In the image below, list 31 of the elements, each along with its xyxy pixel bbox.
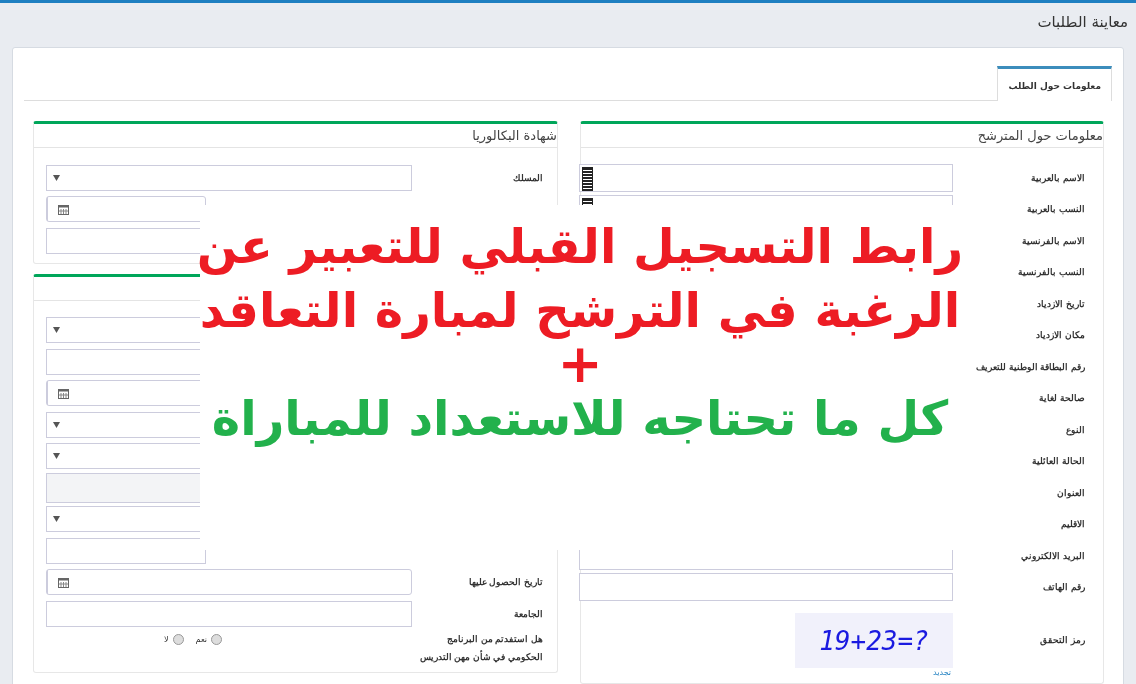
refresh-link[interactable]: تجديد xyxy=(933,668,951,677)
captcha-image: 19+23=? xyxy=(795,613,953,668)
panel-title: شهادة البكالوريا xyxy=(34,124,557,148)
field-label: النسب بالفرنسية xyxy=(1017,267,1086,278)
field-label: المسلك xyxy=(513,172,543,183)
field-label: رقم البطاقة الوطنية للتعريف xyxy=(975,361,1086,372)
field-label: تاريخ الحصول عليها xyxy=(469,577,543,588)
radio-label: نعم xyxy=(195,634,207,644)
field-label: تاريخ الازدياد xyxy=(1036,298,1086,309)
field-label: هل استفدتم من البرنامج الحكومي في شأن مهن التدريس xyxy=(420,633,543,662)
radio-label: لا xyxy=(164,634,169,644)
banner-text: رابط التسجيل القبلي للتعبير عن xyxy=(196,219,964,273)
field-label: رمز التحقق xyxy=(1039,635,1086,645)
tab[interactable]: معلومات حول الطلب xyxy=(997,66,1112,101)
field-label: البريد الالكتروني xyxy=(1020,550,1086,561)
field-label: النسب بالعربية xyxy=(1026,204,1086,215)
field-label: صالحة لغاية xyxy=(1038,393,1086,404)
banner-text: كل ما تحتاجه للاستعداد للمباراة xyxy=(211,391,949,445)
field-label: الحالة العائلية xyxy=(1031,456,1086,467)
field-label: الجامعة xyxy=(514,608,543,619)
field-label: الاسم بالفرنسية xyxy=(1021,235,1086,246)
field-label: رقم الهاتف xyxy=(1042,582,1086,593)
page-title: معاينة الطلبات xyxy=(1036,12,1129,33)
field-label: مكان الازدياد xyxy=(1035,330,1086,341)
field-label: النوع xyxy=(1065,424,1086,435)
banner-text: + xyxy=(557,347,603,381)
field-label: الاقليم xyxy=(1060,519,1086,530)
field-label: الاسم بالعربية xyxy=(1030,172,1086,183)
field-label: العنوان xyxy=(1056,487,1086,498)
panel-title: معلومات حول المترشح xyxy=(581,124,1103,148)
banner-text: الرغبة في الترشح لمبارة التعاقد xyxy=(199,283,961,337)
